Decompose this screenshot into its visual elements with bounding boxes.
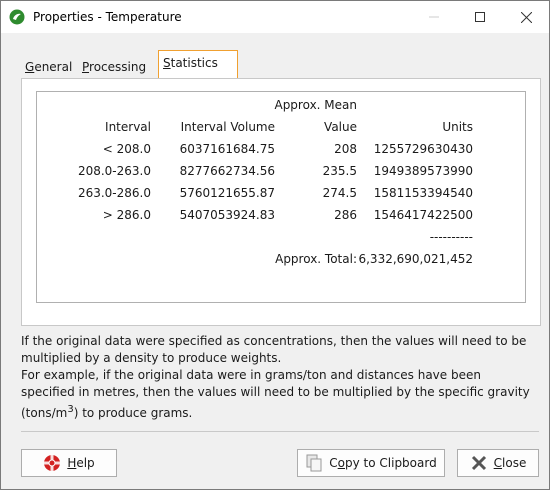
row-volume: 6037161684.75 bbox=[179, 142, 275, 156]
header-value: Value bbox=[324, 120, 357, 134]
properties-window: Properties - Temperature General Process… bbox=[0, 0, 550, 490]
total-value: 6,332,690,021,452 bbox=[358, 252, 473, 266]
minimize-icon bbox=[429, 16, 439, 18]
help-label-rest: elp bbox=[76, 456, 95, 470]
tab-general-label: eneral bbox=[34, 60, 73, 74]
header-interval-volume: Interval Volume bbox=[180, 120, 275, 134]
statistics-panel: Approx. Mean Interval Interval Volume Va… bbox=[21, 78, 541, 326]
copy-icon bbox=[305, 454, 323, 472]
copy-label: Copy to Clipboard bbox=[329, 456, 436, 470]
help-button[interactable]: Help bbox=[21, 449, 117, 477]
close-button[interactable]: Close bbox=[457, 449, 539, 477]
tab-statistics[interactable]: Statistics bbox=[158, 50, 238, 79]
row-mean: 208 bbox=[334, 142, 357, 156]
help-lifebuoy-icon bbox=[43, 454, 61, 472]
button-separator bbox=[21, 431, 539, 432]
close-icon bbox=[520, 11, 532, 23]
copy-label-pre: C bbox=[329, 456, 338, 470]
statistics-table[interactable]: Approx. Mean Interval Interval Volume Va… bbox=[36, 91, 526, 303]
title-bar: Properties - Temperature bbox=[1, 1, 549, 33]
row-interval: 263.0-286.0 bbox=[77, 186, 151, 200]
note-text: If the original data were specified as c… bbox=[21, 333, 536, 422]
note-line-2: For example, if the original data were i… bbox=[21, 367, 536, 422]
row-interval: < 208.0 bbox=[102, 142, 151, 156]
copy-to-clipboard-button[interactable]: Copy to Clipboard bbox=[297, 449, 445, 477]
row-units: 1581153394540 bbox=[373, 186, 473, 200]
close-label: Close bbox=[494, 456, 527, 470]
header-value-top: Approx. Mean bbox=[274, 98, 357, 112]
total-label: Approx. Total: bbox=[275, 252, 357, 266]
tab-general[interactable]: General bbox=[21, 57, 84, 77]
maximize-icon bbox=[475, 12, 485, 22]
window-title: Properties - Temperature bbox=[33, 10, 182, 24]
note-line-2-end: ) to produce grams. bbox=[73, 406, 193, 420]
help-label: Help bbox=[67, 456, 94, 470]
tab-processing-mnemonic: P bbox=[82, 60, 90, 74]
minimize-button[interactable] bbox=[411, 1, 457, 33]
row-volume: 8277662734.56 bbox=[179, 164, 275, 178]
close-window-button[interactable] bbox=[503, 1, 549, 33]
tab-statistics-mnemonic: S bbox=[163, 56, 171, 70]
help-mnemonic: H bbox=[67, 456, 77, 470]
tab-statistics-label: tatistics bbox=[170, 56, 218, 70]
header-interval: Interval bbox=[105, 120, 151, 134]
row-interval: 208.0-263.0 bbox=[77, 164, 151, 178]
row-volume: 5407053924.83 bbox=[179, 208, 275, 222]
row-units: 1949389573990 bbox=[373, 164, 473, 178]
maximize-button[interactable] bbox=[457, 1, 503, 33]
tab-general-mnemonic: G bbox=[25, 60, 35, 74]
header-units: Units bbox=[442, 120, 473, 134]
close-x-icon bbox=[470, 454, 488, 472]
tab-processing-label: rocessing bbox=[89, 60, 147, 74]
copy-mnemonic: o bbox=[337, 456, 345, 470]
row-units: 1255729630430 bbox=[373, 142, 473, 156]
row-mean: 286 bbox=[334, 208, 357, 222]
app-icon bbox=[9, 9, 25, 25]
row-volume: 5760121655.87 bbox=[179, 186, 275, 200]
close-label-rest: lose bbox=[502, 456, 527, 470]
row-interval: > 286.0 bbox=[102, 208, 151, 222]
total-separator: ---------- bbox=[429, 230, 473, 244]
tab-processing[interactable]: Processing bbox=[78, 57, 166, 77]
close-mnemonic: C bbox=[493, 456, 503, 470]
row-mean: 274.5 bbox=[322, 186, 357, 200]
note-line-1: If the original data were specified as c… bbox=[21, 334, 527, 365]
row-mean: 235.5 bbox=[322, 164, 357, 178]
row-units: 1546417422500 bbox=[373, 208, 473, 222]
copy-label-rest: py to Clipboard bbox=[345, 456, 437, 470]
